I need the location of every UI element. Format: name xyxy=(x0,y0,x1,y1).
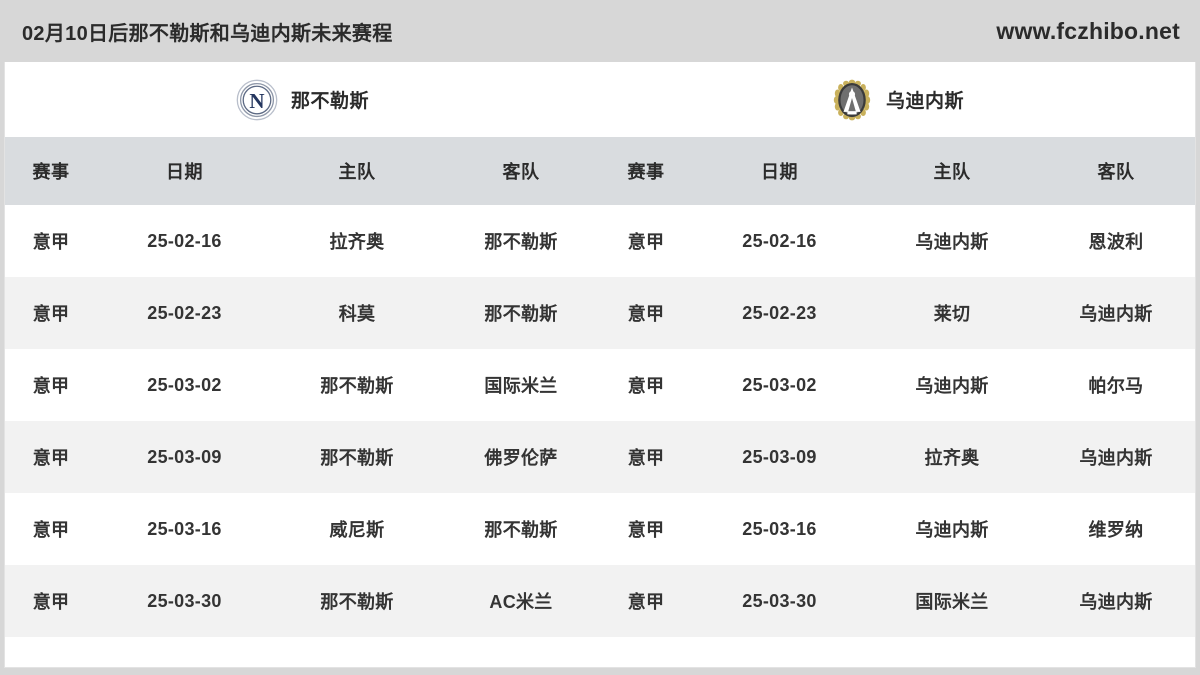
team-name-left: 那不勒斯 xyxy=(290,91,369,112)
cell-competition-right: 意甲 xyxy=(600,277,692,349)
table-row[interactable]: 意甲 25-02-23 科莫 那不勒斯 意甲 25-02-23 莱切 乌迪内斯 xyxy=(5,277,1195,349)
cell-date-right: 25-03-30 xyxy=(692,565,867,637)
table-row[interactable]: 意甲 25-02-16 拉齐奥 那不勒斯 意甲 25-02-16 乌迪内斯 恩波… xyxy=(5,205,1195,277)
page-header: 02月10日后那不勒斯和乌迪内斯未来赛程 www.fczhibo.net xyxy=(0,0,1200,62)
udinese-crest-icon xyxy=(833,79,871,120)
page-title: 02月10日后那不勒斯和乌迪内斯未来赛程 xyxy=(22,22,393,45)
cell-competition-left: 意甲 xyxy=(5,205,97,277)
cell-home-right: 拉齐奥 xyxy=(867,421,1037,493)
header-row: 赛事 日期 主队 客队 赛事 日期 主队 客队 xyxy=(5,137,1195,205)
team-header-left[interactable]: N 那不勒斯 xyxy=(5,62,600,137)
table-header: 赛事 日期 主队 客队 赛事 日期 主队 客队 xyxy=(5,137,1195,205)
table-row[interactable]: 意甲 25-03-16 威尼斯 那不勒斯 意甲 25-03-16 乌迪内斯 维罗… xyxy=(5,493,1195,565)
cell-away-right: 帕尔马 xyxy=(1037,349,1195,421)
col-date-left[interactable]: 日期 xyxy=(97,137,272,205)
cell-home-left: 那不勒斯 xyxy=(272,565,442,637)
team-name-right: 乌迪内斯 xyxy=(885,91,964,112)
cell-away-left: 那不勒斯 xyxy=(442,205,600,277)
table-row[interactable]: 意甲 25-03-09 那不勒斯 佛罗伦萨 意甲 25-03-09 拉齐奥 乌迪… xyxy=(5,421,1195,493)
cell-date-left: 25-03-09 xyxy=(97,421,272,493)
fixtures-table: 赛事 日期 主队 客队 赛事 日期 主队 客队 意甲 25-02-16 拉齐奥 … xyxy=(5,137,1195,637)
cell-date-left: 25-03-30 xyxy=(97,565,272,637)
col-home-right[interactable]: 主队 xyxy=(867,137,1037,205)
cell-date-right: 25-03-16 xyxy=(692,493,867,565)
team-header-band: N 那不勒斯 乌迪内斯 xyxy=(5,62,1195,137)
cell-home-left: 威尼斯 xyxy=(272,493,442,565)
cell-home-right: 乌迪内斯 xyxy=(867,205,1037,277)
cell-date-left: 25-03-16 xyxy=(97,493,272,565)
schedule-card: N 那不勒斯 乌迪内斯 赛事 日期 主队 客队 赛事 日期 主队 客队 意甲 2… xyxy=(4,62,1196,668)
cell-home-right: 乌迪内斯 xyxy=(867,349,1037,421)
svg-text:N: N xyxy=(249,88,264,112)
cell-away-right: 乌迪内斯 xyxy=(1037,277,1195,349)
card-footer-space xyxy=(5,637,1195,667)
cell-home-right: 乌迪内斯 xyxy=(867,493,1037,565)
cell-date-left: 25-02-16 xyxy=(97,205,272,277)
site-watermark: www.fczhibo.net xyxy=(996,17,1180,44)
cell-home-left: 科莫 xyxy=(272,277,442,349)
cell-away-right: 乌迪内斯 xyxy=(1037,565,1195,637)
cell-competition-left: 意甲 xyxy=(5,421,97,493)
cell-competition-right: 意甲 xyxy=(600,493,692,565)
cell-date-left: 25-02-23 xyxy=(97,277,272,349)
cell-competition-left: 意甲 xyxy=(5,349,97,421)
cell-competition-left: 意甲 xyxy=(5,493,97,565)
napoli-crest-icon: N xyxy=(236,79,278,120)
cell-away-left: 那不勒斯 xyxy=(442,277,600,349)
cell-away-right: 维罗纳 xyxy=(1037,493,1195,565)
col-home-left[interactable]: 主队 xyxy=(272,137,442,205)
col-away-left[interactable]: 客队 xyxy=(442,137,600,205)
cell-home-left: 那不勒斯 xyxy=(272,421,442,493)
cell-away-left: 那不勒斯 xyxy=(442,493,600,565)
cell-competition-right: 意甲 xyxy=(600,421,692,493)
cell-competition-left: 意甲 xyxy=(5,277,97,349)
cell-away-right: 乌迪内斯 xyxy=(1037,421,1195,493)
cell-date-right: 25-03-09 xyxy=(692,421,867,493)
table-row[interactable]: 意甲 25-03-02 那不勒斯 国际米兰 意甲 25-03-02 乌迪内斯 帕… xyxy=(5,349,1195,421)
page-bottom-strip xyxy=(0,668,1200,675)
table-body: 意甲 25-02-16 拉齐奥 那不勒斯 意甲 25-02-16 乌迪内斯 恩波… xyxy=(5,205,1195,637)
cell-competition-right: 意甲 xyxy=(600,349,692,421)
cell-home-right: 国际米兰 xyxy=(867,565,1037,637)
cell-away-left: 国际米兰 xyxy=(442,349,600,421)
col-competition-right[interactable]: 赛事 xyxy=(600,137,692,205)
cell-date-right: 25-03-02 xyxy=(692,349,867,421)
cell-home-left: 那不勒斯 xyxy=(272,349,442,421)
col-away-right[interactable]: 客队 xyxy=(1037,137,1195,205)
cell-date-right: 25-02-16 xyxy=(692,205,867,277)
cell-date-right: 25-02-23 xyxy=(692,277,867,349)
table-row[interactable]: 意甲 25-03-30 那不勒斯 AC米兰 意甲 25-03-30 国际米兰 乌… xyxy=(5,565,1195,637)
cell-date-left: 25-03-02 xyxy=(97,349,272,421)
cell-away-right: 恩波利 xyxy=(1037,205,1195,277)
cell-competition-right: 意甲 xyxy=(600,205,692,277)
cell-home-right: 莱切 xyxy=(867,277,1037,349)
col-date-right[interactable]: 日期 xyxy=(692,137,867,205)
team-header-right[interactable]: 乌迪内斯 xyxy=(600,62,1195,137)
cell-away-left: AC米兰 xyxy=(442,565,600,637)
cell-away-left: 佛罗伦萨 xyxy=(442,421,600,493)
cell-home-left: 拉齐奥 xyxy=(272,205,442,277)
cell-competition-left: 意甲 xyxy=(5,565,97,637)
col-competition-left[interactable]: 赛事 xyxy=(5,137,97,205)
cell-competition-right: 意甲 xyxy=(600,565,692,637)
